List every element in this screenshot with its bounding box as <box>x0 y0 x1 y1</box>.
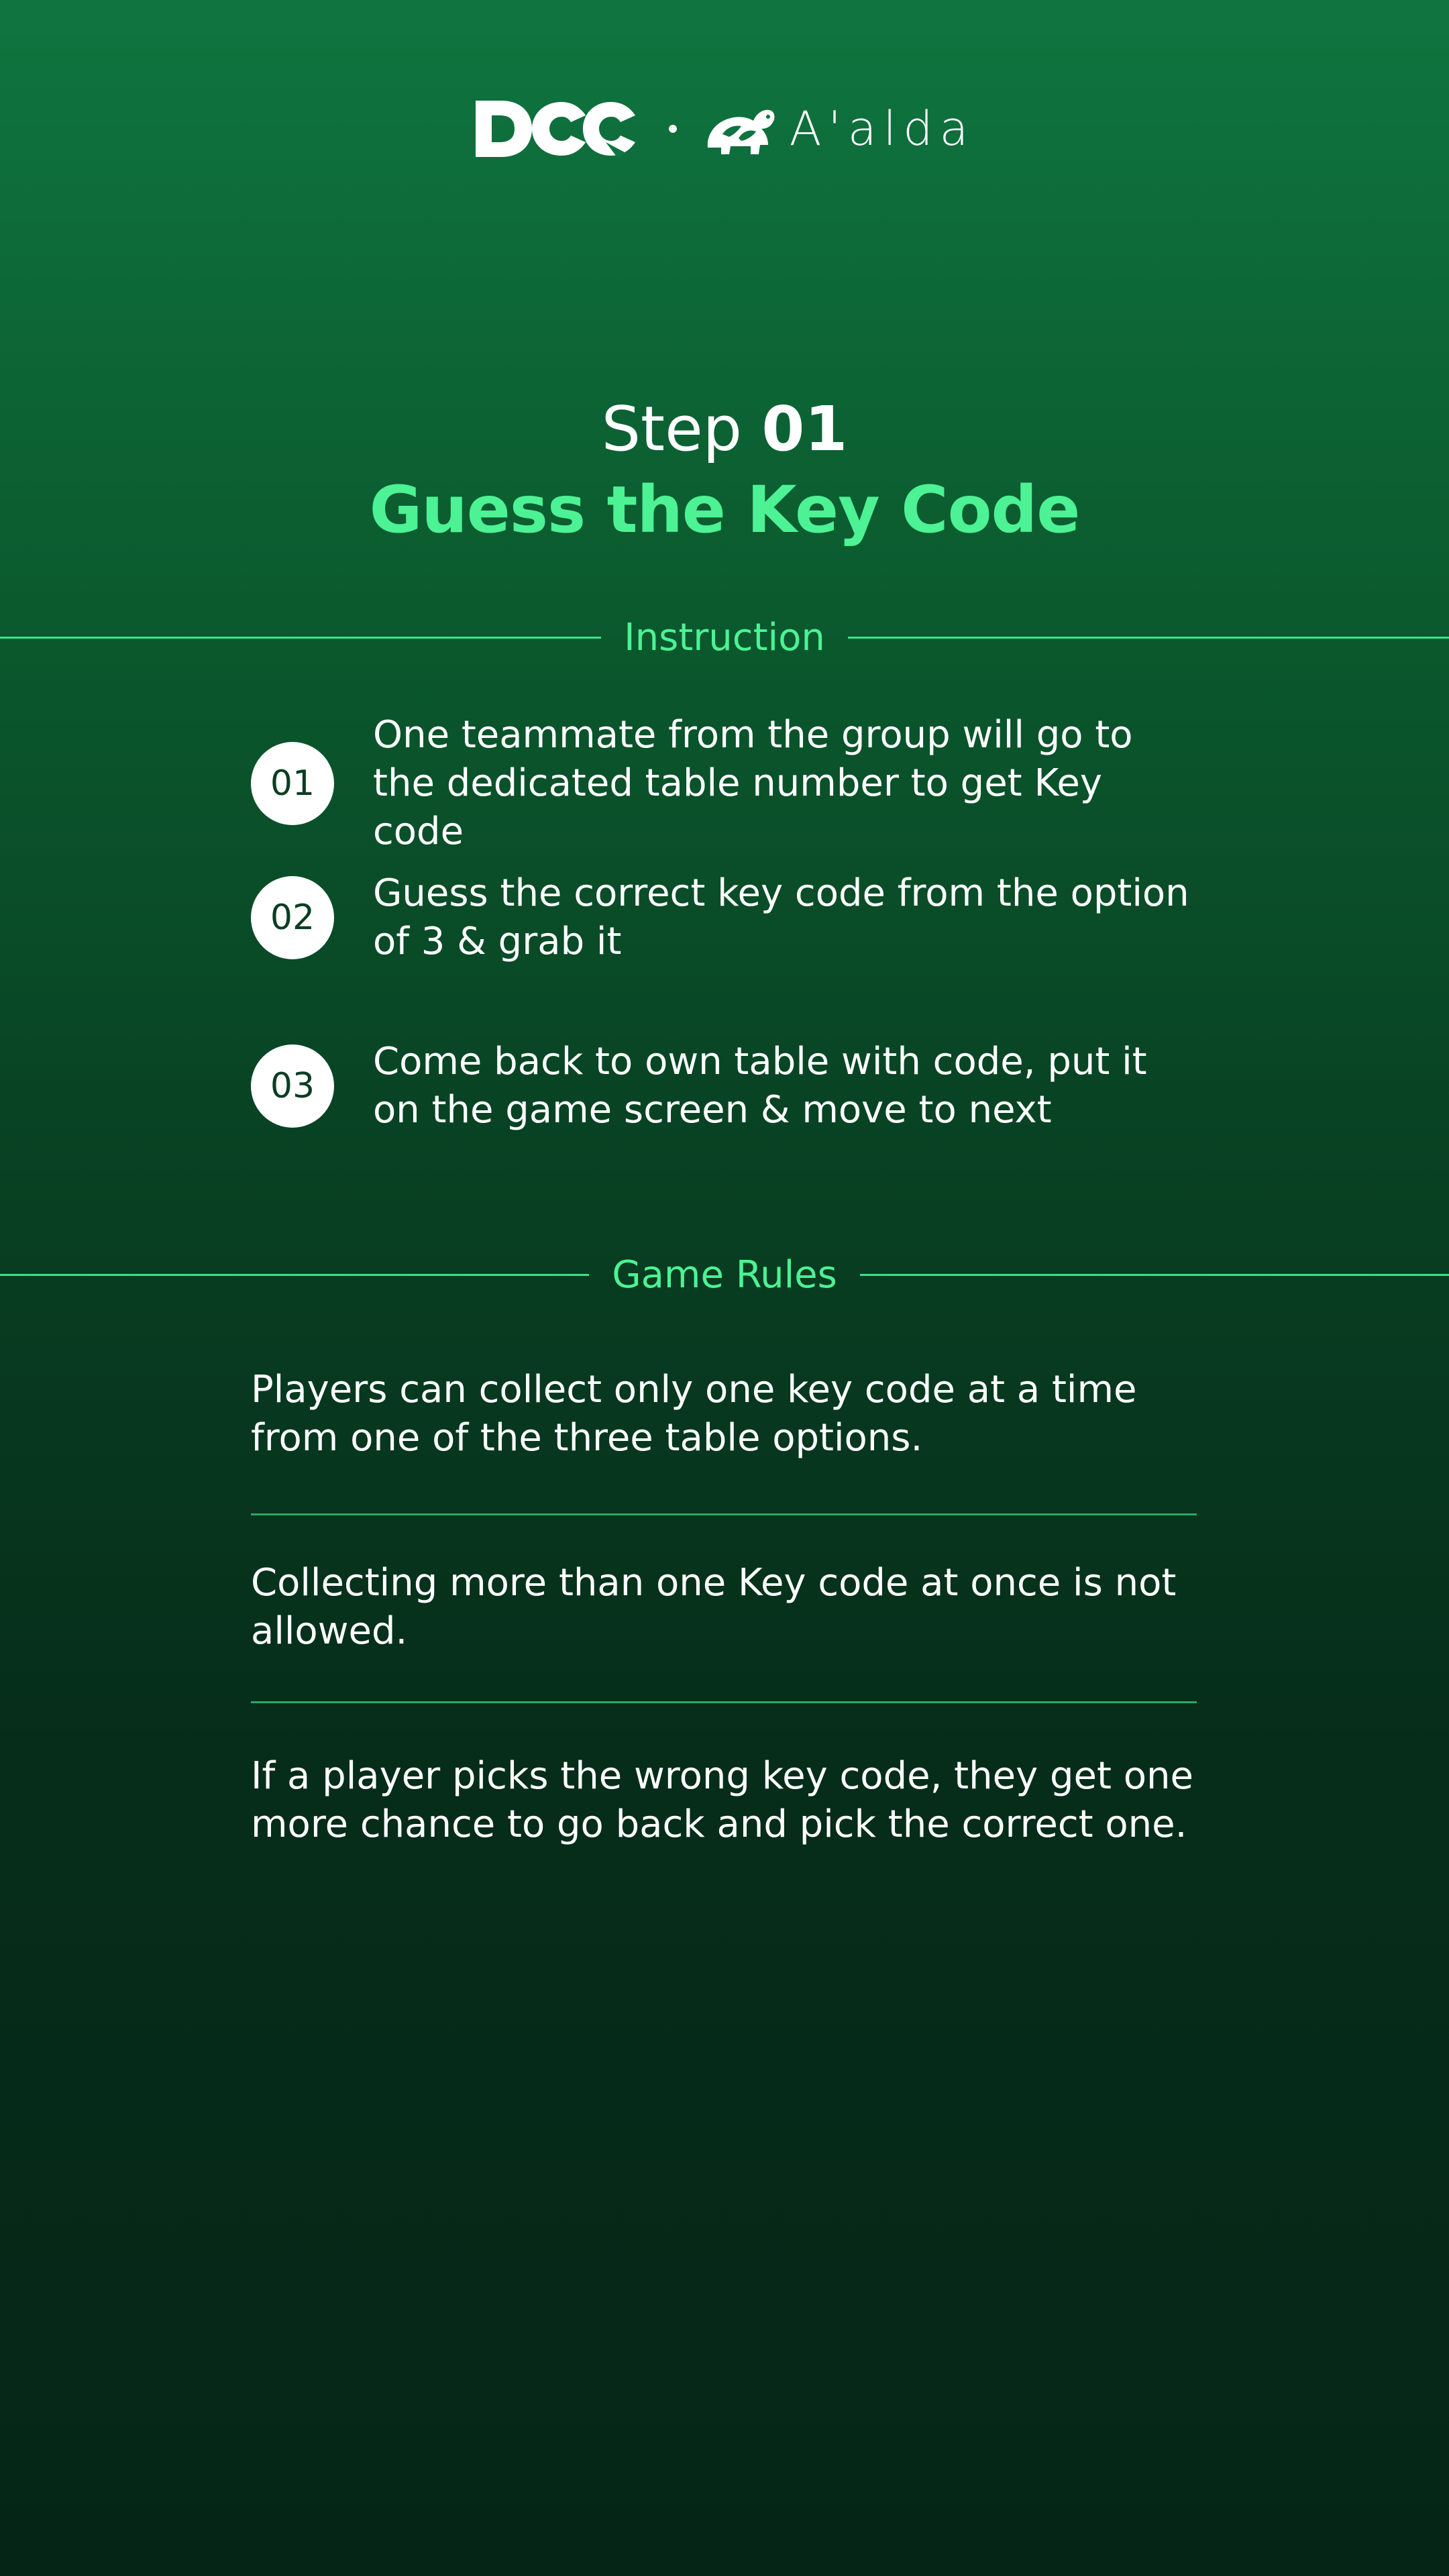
instruction-text: Guess the correct key code from the opti… <box>373 871 1189 963</box>
instruction-divider: Instruction <box>0 614 1449 661</box>
game-rule-text: Collecting more than one Key code at onc… <box>251 1561 1177 1653</box>
step-number: 01 <box>761 393 848 465</box>
instruction-number-badge: 01 <box>251 742 334 825</box>
divider-line-right <box>847 636 1449 639</box>
divider-line-right <box>859 1273 1449 1276</box>
instruction-number-badge: 03 <box>251 1044 334 1128</box>
aalda-logo: A'alda <box>702 99 975 158</box>
step-word: Step <box>601 393 743 465</box>
instruction-item: 01 One teammate from the group will go t… <box>251 711 1203 856</box>
game-rules-label: Game Rules <box>612 1252 837 1297</box>
logo-separator-dot <box>668 125 677 133</box>
game-rule-text: If a player picks the wrong key code, th… <box>251 1754 1193 1846</box>
dcc-logo-icon <box>475 101 635 158</box>
dcc-logo <box>474 99 638 158</box>
instruction-number-badge: 02 <box>251 876 334 959</box>
aalda-logo-text: A'alda <box>789 101 975 156</box>
game-rules-divider: Game Rules <box>0 1251 1449 1298</box>
game-rule-text: Players can collect only one key code at… <box>251 1368 1137 1460</box>
instruction-text: Come back to own table with code, put it… <box>373 1040 1147 1132</box>
page-title: Guess the Key Code <box>369 472 1081 547</box>
rule-separator <box>251 1513 1197 1515</box>
divider-line-left <box>0 1273 590 1276</box>
instruction-item: 02 Guess the correct key code from the o… <box>251 869 1203 966</box>
instruction-item: 03 Come back to own table with code, put… <box>251 1038 1203 1134</box>
turtle-icon <box>707 109 775 154</box>
rule-separator <box>251 1701 1197 1703</box>
step-heading: Step 01 <box>0 389 1449 470</box>
divider-line-left <box>0 636 602 639</box>
logo-header: A'alda <box>0 99 1449 158</box>
instruction-label: Instruction <box>624 615 825 659</box>
instruction-text: One teammate from the group will go to t… <box>373 713 1133 853</box>
